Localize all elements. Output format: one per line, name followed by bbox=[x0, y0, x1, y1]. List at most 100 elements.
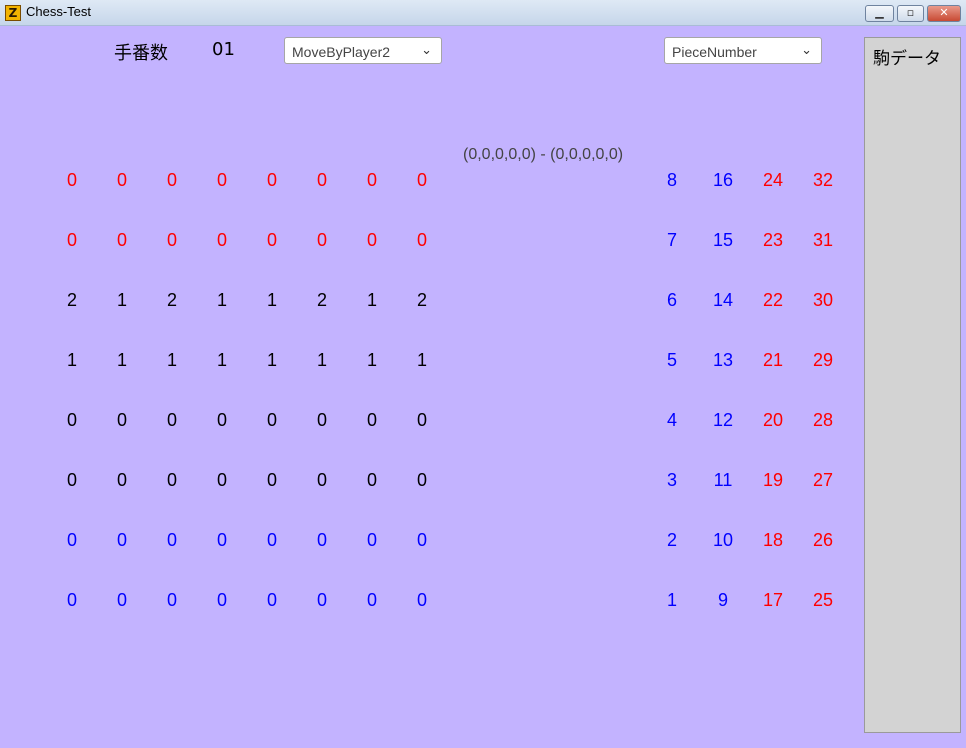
board-cell[interactable]: 1 bbox=[102, 290, 142, 311]
piece-number: 15 bbox=[712, 230, 734, 250]
board-cell[interactable]: 2 bbox=[52, 290, 92, 311]
board-cell[interactable]: 0 bbox=[402, 410, 442, 431]
board-cell[interactable]: 0 bbox=[202, 170, 242, 191]
board-cell[interactable]: 1 bbox=[252, 290, 292, 311]
piece-number: 30 bbox=[812, 290, 834, 310]
board-cell[interactable]: 0 bbox=[52, 230, 92, 251]
maximize-button[interactable]: ▫ bbox=[897, 5, 924, 22]
board-cell[interactable]: 0 bbox=[302, 590, 342, 611]
board-cell[interactable]: 0 bbox=[402, 530, 442, 551]
board-cell[interactable]: 0 bbox=[102, 530, 142, 551]
board-cell[interactable]: 0 bbox=[252, 590, 292, 611]
board-cell[interactable]: 1 bbox=[202, 290, 242, 311]
piece-number: 4 bbox=[666, 410, 677, 430]
board-cell[interactable]: 0 bbox=[102, 470, 142, 491]
piece-data-panel: 駒データ bbox=[864, 37, 961, 733]
piece-number: 28 bbox=[812, 410, 834, 430]
board-cell[interactable]: 1 bbox=[52, 350, 92, 371]
board-cell[interactable]: 0 bbox=[152, 590, 192, 611]
board-cell[interactable]: 0 bbox=[102, 230, 142, 251]
piece-number: 24 bbox=[762, 170, 784, 190]
piece-number: 26 bbox=[812, 530, 834, 550]
piece-number: 21 bbox=[762, 350, 784, 370]
board-cell[interactable]: 0 bbox=[352, 590, 392, 611]
piece-number: 19 bbox=[762, 470, 784, 490]
piece-number: 23 bbox=[762, 230, 784, 250]
board-cell[interactable]: 0 bbox=[152, 530, 192, 551]
board-cell[interactable]: 0 bbox=[402, 590, 442, 611]
chevron-down-icon: ⌄ bbox=[801, 42, 812, 57]
board-cell[interactable]: 0 bbox=[402, 170, 442, 191]
board-cell[interactable]: 0 bbox=[52, 170, 92, 191]
view-select[interactable]: PieceNumber ⌄ bbox=[664, 37, 822, 64]
board-cell[interactable]: 0 bbox=[152, 470, 192, 491]
board-cell[interactable]: 0 bbox=[402, 230, 442, 251]
board-cell[interactable]: 0 bbox=[152, 230, 192, 251]
piece-number: 2 bbox=[666, 530, 677, 550]
piece-number: 1 bbox=[666, 590, 677, 610]
board-cell[interactable]: 0 bbox=[252, 170, 292, 191]
board-cell[interactable]: 0 bbox=[52, 530, 92, 551]
board-cell[interactable]: 0 bbox=[52, 590, 92, 611]
board-cell[interactable]: 0 bbox=[302, 170, 342, 191]
piece-number: 12 bbox=[712, 410, 734, 430]
board-cell[interactable]: 0 bbox=[352, 170, 392, 191]
board-cell[interactable]: 1 bbox=[302, 350, 342, 371]
board-cell[interactable]: 0 bbox=[202, 530, 242, 551]
piece-number: 9 bbox=[717, 590, 728, 610]
board-cell[interactable]: 1 bbox=[352, 350, 392, 371]
board-cell[interactable]: 0 bbox=[152, 170, 192, 191]
piece-number: 11 bbox=[713, 470, 733, 490]
board-cell[interactable]: 1 bbox=[202, 350, 242, 371]
window-title: Chess-Test bbox=[26, 4, 92, 19]
board-cell[interactable]: 1 bbox=[102, 350, 142, 371]
board-cell[interactable]: 0 bbox=[252, 470, 292, 491]
board-cell[interactable]: 0 bbox=[352, 470, 392, 491]
board-cell[interactable]: 1 bbox=[152, 350, 192, 371]
board-cell[interactable]: 0 bbox=[302, 470, 342, 491]
board-cell[interactable]: 0 bbox=[102, 590, 142, 611]
piece-number: 7 bbox=[666, 230, 677, 250]
board-cell[interactable]: 2 bbox=[152, 290, 192, 311]
piece-number: 18 bbox=[762, 530, 784, 550]
mode-select[interactable]: MoveByPlayer2 ⌄ bbox=[284, 37, 442, 64]
board-cell[interactable]: 0 bbox=[252, 410, 292, 431]
board-cell[interactable]: 1 bbox=[402, 350, 442, 371]
board-cell[interactable]: 0 bbox=[102, 410, 142, 431]
piece-number: 10 bbox=[712, 530, 734, 550]
board-cell[interactable]: 0 bbox=[52, 410, 92, 431]
board-cell[interactable]: 0 bbox=[152, 410, 192, 431]
board-cell[interactable]: 1 bbox=[252, 350, 292, 371]
piece-number: 17 bbox=[762, 590, 784, 610]
mode-select-value: MoveByPlayer2 bbox=[292, 44, 391, 60]
board-cell[interactable]: 2 bbox=[302, 290, 342, 311]
board-cell[interactable]: 0 bbox=[352, 230, 392, 251]
piece-number: 31 bbox=[812, 230, 834, 250]
board-cell[interactable]: 0 bbox=[352, 410, 392, 431]
board-cell[interactable]: 0 bbox=[302, 530, 342, 551]
piece-number: 32 bbox=[812, 170, 834, 190]
close-button[interactable]: ✕ bbox=[927, 5, 961, 22]
board-cell[interactable]: 0 bbox=[252, 230, 292, 251]
app-icon: Z bbox=[5, 5, 21, 21]
minimize-button[interactable]: ▁ bbox=[865, 5, 894, 22]
board-cell[interactable]: 2 bbox=[402, 290, 442, 311]
piece-data-title: 駒データ bbox=[873, 49, 941, 69]
chevron-down-icon: ⌄ bbox=[421, 42, 432, 57]
board-cell[interactable]: 0 bbox=[102, 170, 142, 191]
board-cell[interactable]: 1 bbox=[352, 290, 392, 311]
piece-number: 6 bbox=[666, 290, 677, 310]
piece-number: 22 bbox=[762, 290, 784, 310]
board-cell[interactable]: 0 bbox=[302, 410, 342, 431]
board-cell[interactable]: 0 bbox=[202, 410, 242, 431]
board-cell[interactable]: 0 bbox=[302, 230, 342, 251]
board-cell[interactable]: 0 bbox=[252, 530, 292, 551]
board-cell[interactable]: 0 bbox=[202, 590, 242, 611]
board-cell[interactable]: 0 bbox=[202, 470, 242, 491]
board-cell[interactable]: 0 bbox=[402, 470, 442, 491]
piece-number: 29 bbox=[812, 350, 834, 370]
view-select-value: PieceNumber bbox=[672, 44, 757, 60]
board-cell[interactable]: 0 bbox=[202, 230, 242, 251]
board-cell[interactable]: 0 bbox=[352, 530, 392, 551]
board-cell[interactable]: 0 bbox=[52, 470, 92, 491]
